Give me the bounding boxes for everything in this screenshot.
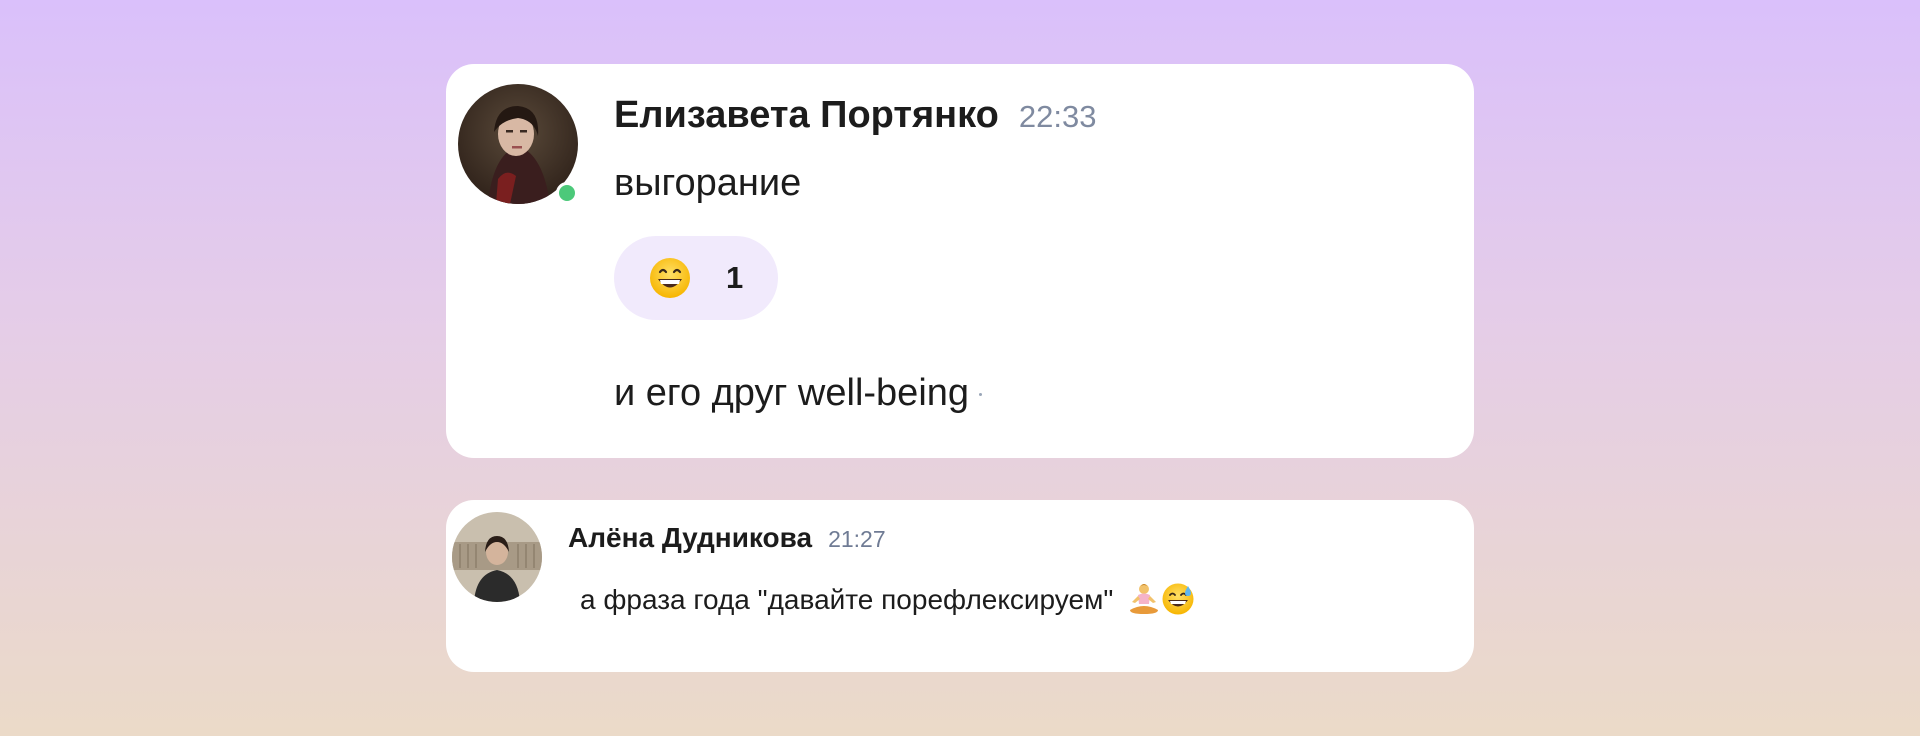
- message-text-content: а фраза года "давайте порефлексируем": [580, 584, 1114, 615]
- author-name[interactable]: Алёна Дудникова: [568, 522, 812, 553]
- reaction-count: 1: [726, 260, 744, 295]
- avatar[interactable]: [452, 512, 542, 602]
- online-status-indicator: [556, 182, 578, 204]
- message-timestamp[interactable]: 22:33: [1019, 99, 1097, 134]
- message-card: Алёна Дудникова 21:27 а фраза года "давай…: [446, 500, 1474, 672]
- avatar[interactable]: [458, 84, 578, 204]
- message-text: и его друг well-being: [614, 372, 983, 415]
- reaction-button[interactable]: 1: [614, 236, 778, 320]
- person-in-lotus-position-icon: [1130, 584, 1159, 614]
- grinning-face-icon: [650, 258, 690, 298]
- message-text: а фраза года "давайте порефлексируем": [580, 582, 1195, 616]
- author-name[interactable]: Елизавета Портянко: [614, 94, 999, 136]
- edited-dot-icon: [979, 393, 983, 397]
- message-header: Алёна Дудникова 21:27: [568, 522, 886, 554]
- message-timestamp[interactable]: 21:27: [828, 526, 886, 552]
- grinning-face-with-sweat-icon: [1162, 583, 1194, 615]
- message-card: Елизавета Портянко 22:33 выгорание 1 и ег…: [446, 64, 1474, 458]
- avatar-photo: [452, 512, 542, 602]
- message-text: выгорание: [614, 162, 802, 204]
- message-header: Елизавета Портянко 22:33: [614, 94, 1096, 137]
- message-text-content: и его друг well-being: [614, 372, 970, 414]
